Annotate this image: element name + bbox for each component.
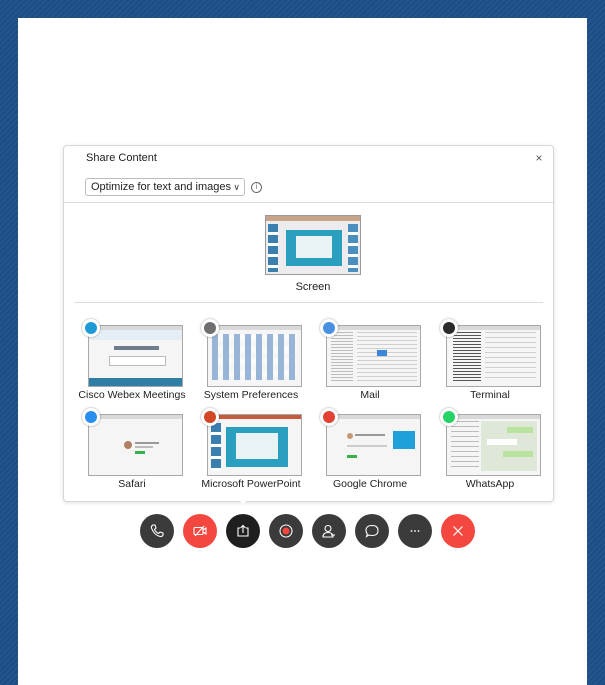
app-thumbnail bbox=[88, 325, 183, 387]
share-button[interactable] bbox=[226, 514, 260, 548]
screen-label: Screen bbox=[295, 281, 331, 293]
powerpoint-icon bbox=[201, 408, 219, 426]
divider bbox=[64, 202, 553, 203]
video-button[interactable] bbox=[183, 514, 217, 548]
app-thumbnail bbox=[446, 414, 541, 476]
close-icon bbox=[453, 526, 463, 536]
app-label: Google Chrome bbox=[332, 478, 408, 490]
app-label: Cisco Webex Meetings bbox=[78, 389, 186, 401]
close-button[interactable]: × bbox=[531, 150, 547, 166]
dialog-title: Share Content bbox=[86, 152, 157, 164]
app-label: WhatsApp bbox=[465, 478, 515, 490]
optimize-select[interactable]: Optimize for text and images ∨ bbox=[85, 178, 245, 196]
app-label: Terminal bbox=[470, 389, 510, 401]
leave-button[interactable] bbox=[441, 514, 475, 548]
app-thumbnail bbox=[207, 325, 302, 387]
record-icon bbox=[279, 524, 293, 538]
app-tile-system-preferences[interactable]: System Preferences bbox=[195, 319, 307, 407]
more-button[interactable] bbox=[398, 514, 432, 548]
app-tile-terminal[interactable]: Terminal bbox=[434, 319, 546, 407]
app-thumbnail bbox=[326, 325, 421, 387]
app-tile-powerpoint[interactable]: Microsoft PowerPoint bbox=[195, 408, 307, 496]
screen-thumbnail bbox=[265, 215, 361, 275]
more-icon bbox=[410, 530, 420, 532]
app-thumbnail bbox=[326, 414, 421, 476]
app-label: System Preferences bbox=[203, 389, 299, 401]
app-label: Mail bbox=[360, 389, 380, 401]
chat-button[interactable] bbox=[355, 514, 389, 548]
app-tile-chrome[interactable]: Google Chrome bbox=[314, 408, 426, 496]
app-tile-whatsapp[interactable]: WhatsApp bbox=[434, 408, 546, 496]
app-thumbnail bbox=[207, 414, 302, 476]
divider bbox=[74, 302, 543, 303]
app-tile-webex[interactable]: Cisco Webex Meetings bbox=[76, 319, 188, 407]
participants-button[interactable] bbox=[312, 514, 346, 548]
chevron-down-icon: ∨ bbox=[233, 182, 240, 192]
chrome-icon bbox=[320, 408, 338, 426]
app-thumbnail bbox=[446, 325, 541, 387]
record-button[interactable] bbox=[269, 514, 303, 548]
info-icon[interactable]: i bbox=[251, 182, 262, 193]
share-icon bbox=[237, 524, 249, 537]
app-tile-mail[interactable]: Mail bbox=[314, 319, 426, 407]
dialog-pointer bbox=[235, 497, 251, 504]
compass-icon bbox=[82, 408, 100, 426]
mail-icon bbox=[320, 319, 338, 337]
chat-icon bbox=[365, 524, 379, 538]
app-label: Safari bbox=[118, 478, 146, 490]
app-label: Microsoft PowerPoint bbox=[201, 478, 301, 490]
app-tile-safari[interactable]: Safari bbox=[76, 408, 188, 496]
phone-icon bbox=[150, 524, 164, 538]
screen-share-tile[interactable]: Screen bbox=[265, 215, 361, 295]
share-content-dialog: Share Content × Optimize for text and im… bbox=[63, 145, 554, 502]
gear-icon bbox=[201, 319, 219, 337]
participant-icon bbox=[322, 524, 335, 538]
webex-icon bbox=[82, 319, 100, 337]
app-thumbnail bbox=[88, 414, 183, 476]
video-off-icon bbox=[193, 525, 207, 537]
phone-button[interactable] bbox=[140, 514, 174, 548]
optimize-select-value: Optimize for text and images bbox=[91, 181, 232, 193]
terminal-icon bbox=[440, 319, 458, 337]
whatsapp-icon bbox=[440, 408, 458, 426]
